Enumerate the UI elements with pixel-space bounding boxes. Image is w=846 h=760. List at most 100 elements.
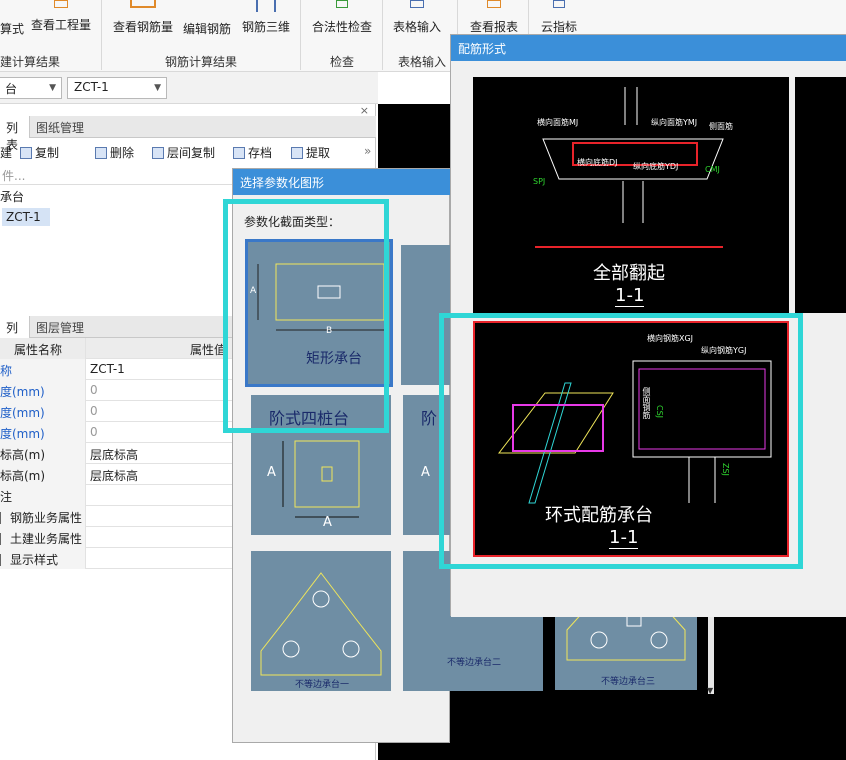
tab-layer-manage[interactable]: 图层管理 bbox=[30, 316, 100, 338]
group-rebar-result: 钢筋计算结果 bbox=[165, 55, 238, 69]
property-value[interactable]: 层底标高 bbox=[90, 467, 138, 484]
cloud-chart-icon bbox=[553, 0, 565, 8]
shape-name: 不等边承台三 bbox=[601, 677, 656, 687]
param-dialog-title: 选择参数化图形 bbox=[240, 176, 325, 190]
rebar-label: 纵向底筋YDJ bbox=[633, 162, 679, 171]
chevron-down-icon: ▼ bbox=[49, 83, 56, 93]
rebar-option-partial[interactable] bbox=[795, 77, 846, 313]
property-name: 度(mm) bbox=[0, 380, 86, 401]
formula-button[interactable]: 算式 bbox=[0, 0, 25, 36]
floor-copy-label: 层间复制 bbox=[167, 146, 216, 160]
scroll-down-icon[interactable]: ▼ bbox=[707, 686, 713, 695]
property-value[interactable]: 0 bbox=[90, 404, 98, 418]
rebar-label: 横向面筋MJ bbox=[537, 118, 579, 127]
component-toolbar: 建 复制 删除 层间复制 存档 提取 » bbox=[0, 140, 376, 164]
tree-item-zct1[interactable]: ZCT-1 bbox=[2, 208, 50, 226]
ribbon-divider bbox=[382, 0, 383, 70]
rebar-label: 横向底筋DJ bbox=[577, 158, 618, 167]
floor-select-value: 台 bbox=[5, 82, 18, 96]
rebar-dialog-title: 配筋形式 bbox=[458, 42, 507, 56]
property-name: 标高(m) bbox=[0, 443, 86, 464]
delete-icon bbox=[95, 147, 107, 159]
rebar-option-name: 全部翻起 bbox=[593, 263, 665, 284]
component-search-input[interactable]: 件... bbox=[0, 167, 232, 185]
validity-check-button[interactable]: 合法性检查 bbox=[310, 0, 374, 34]
report-icon bbox=[54, 0, 68, 8]
property-group-name: 钢筋业务属性 bbox=[10, 511, 83, 525]
rebar-3d-button[interactable]: 钢筋三维 bbox=[240, 0, 292, 34]
property-group-label: 钢筋业务属性 bbox=[0, 506, 86, 527]
extract-icon bbox=[291, 147, 303, 159]
floor-copy-icon bbox=[152, 147, 164, 159]
selector-row: 台 ▼ ZCT-1 ▼ bbox=[0, 72, 378, 104]
property-value[interactable]: 0 bbox=[90, 425, 98, 439]
rebar-3d-label: 钢筋三维 bbox=[241, 20, 290, 34]
shape-thumb-unequal-1[interactable]: 不等边承台一 bbox=[251, 551, 391, 691]
chevron-down-icon: ▼ bbox=[154, 83, 161, 93]
copy-icon bbox=[20, 147, 32, 159]
tab-component-list[interactable]: 列表 bbox=[0, 116, 30, 152]
view-rebar-label: 查看钢筋量 bbox=[112, 20, 173, 34]
report-search-icon bbox=[487, 0, 501, 8]
unequal-pilecap-figure bbox=[260, 572, 382, 676]
dim-a-label: A bbox=[323, 515, 332, 530]
cloud-index-label: 云指标 bbox=[540, 20, 577, 34]
floor-copy-button[interactable]: 层间复制 bbox=[152, 144, 215, 161]
property-value-header: 属性值 bbox=[190, 343, 227, 357]
highlight-box bbox=[439, 313, 803, 569]
view-quantity-label: 查看工程量 bbox=[30, 18, 91, 32]
tree-group-pilecap[interactable]: 承台 bbox=[0, 188, 24, 205]
property-group-name: 显示样式 bbox=[10, 553, 59, 567]
new-button[interactable]: 建 bbox=[0, 144, 12, 161]
property-value[interactable]: 层底标高 bbox=[90, 446, 138, 463]
ribbon-divider bbox=[101, 0, 102, 70]
extract-button[interactable]: 提取 bbox=[291, 144, 330, 161]
extract-label: 提取 bbox=[306, 146, 331, 160]
archive-button[interactable]: 存档 bbox=[233, 144, 272, 161]
more-icon[interactable]: » bbox=[364, 144, 371, 158]
property-value[interactable]: 0 bbox=[90, 383, 98, 397]
table-input-button[interactable]: 表格输入 bbox=[391, 0, 443, 34]
view-report-label: 查看报表 bbox=[469, 20, 518, 34]
property-name-header: 属性名称 bbox=[0, 338, 86, 359]
tab-property-list[interactable]: 列表 bbox=[0, 316, 30, 352]
floor-select[interactable]: 台 ▼ bbox=[0, 77, 62, 99]
validity-check-label: 合法性检查 bbox=[311, 20, 372, 34]
formula-label: 算式 bbox=[0, 22, 25, 36]
param-shape-dialog: 选择参数化图形 参数化截面类型： A B 矩形承台 阶式四桩台 A A 阶 A bbox=[223, 168, 543, 743]
component-select[interactable]: ZCT-1 ▼ bbox=[67, 77, 167, 99]
rebar-label: 纵向面筋YMJ bbox=[651, 118, 698, 127]
param-dialog-titlebar: 选择参数化图形 bbox=[233, 169, 451, 195]
property-name: 标高(m) bbox=[0, 464, 86, 485]
view-rebar-button[interactable]: 查看钢筋量 bbox=[112, 0, 174, 34]
shape-name: 阶 bbox=[421, 409, 438, 428]
copy-label: 复制 bbox=[35, 146, 60, 160]
property-name: 称 bbox=[0, 359, 86, 380]
delete-label: 删除 bbox=[110, 146, 135, 160]
rebar-option-all-bent[interactable]: 横向面筋MJ 纵向面筋YMJ 横向底筋DJ 纵向底筋YDJ CMJ SPJ 侧面… bbox=[473, 77, 789, 313]
delete-button[interactable]: 删除 bbox=[95, 144, 134, 161]
cloud-index-button[interactable]: 云指标 bbox=[538, 0, 580, 34]
property-group-name: 土建业务属性 bbox=[10, 532, 83, 546]
rebar-label: CMJ bbox=[705, 165, 720, 174]
edit-rebar-button[interactable]: 编辑钢筋 bbox=[181, 0, 233, 36]
dim-a-label: A bbox=[421, 465, 430, 480]
rebar-3d-icon bbox=[256, 0, 276, 12]
view-quantity-button[interactable]: 查看工程量 bbox=[29, 0, 93, 34]
property-group-label: 显示样式 bbox=[0, 548, 86, 569]
edit-rebar-label: 编辑钢筋 bbox=[182, 22, 231, 36]
ribbon-divider bbox=[300, 0, 301, 70]
tab-drawing-manage[interactable]: 图纸管理 bbox=[30, 116, 100, 138]
highlight-box bbox=[223, 199, 389, 433]
copy-button[interactable]: 复制 bbox=[20, 144, 59, 161]
section-label: 1-1 bbox=[615, 285, 645, 307]
rebar-form-dialog: 配筋形式 横向面筋MJ 纵向面筋YMJ 横向底筋DJ 纵向底筋YDJ CMJ S… bbox=[439, 34, 846, 617]
view-report-button[interactable]: 查看报表 bbox=[468, 0, 520, 34]
expand-icon[interactable] bbox=[0, 512, 6, 524]
dim-a-label: A bbox=[267, 465, 276, 480]
glasses-icon bbox=[130, 0, 156, 8]
component-select-value: ZCT-1 bbox=[74, 80, 109, 94]
expand-icon[interactable] bbox=[0, 554, 6, 566]
property-value[interactable]: ZCT-1 bbox=[90, 362, 125, 376]
expand-icon[interactable] bbox=[0, 533, 6, 545]
